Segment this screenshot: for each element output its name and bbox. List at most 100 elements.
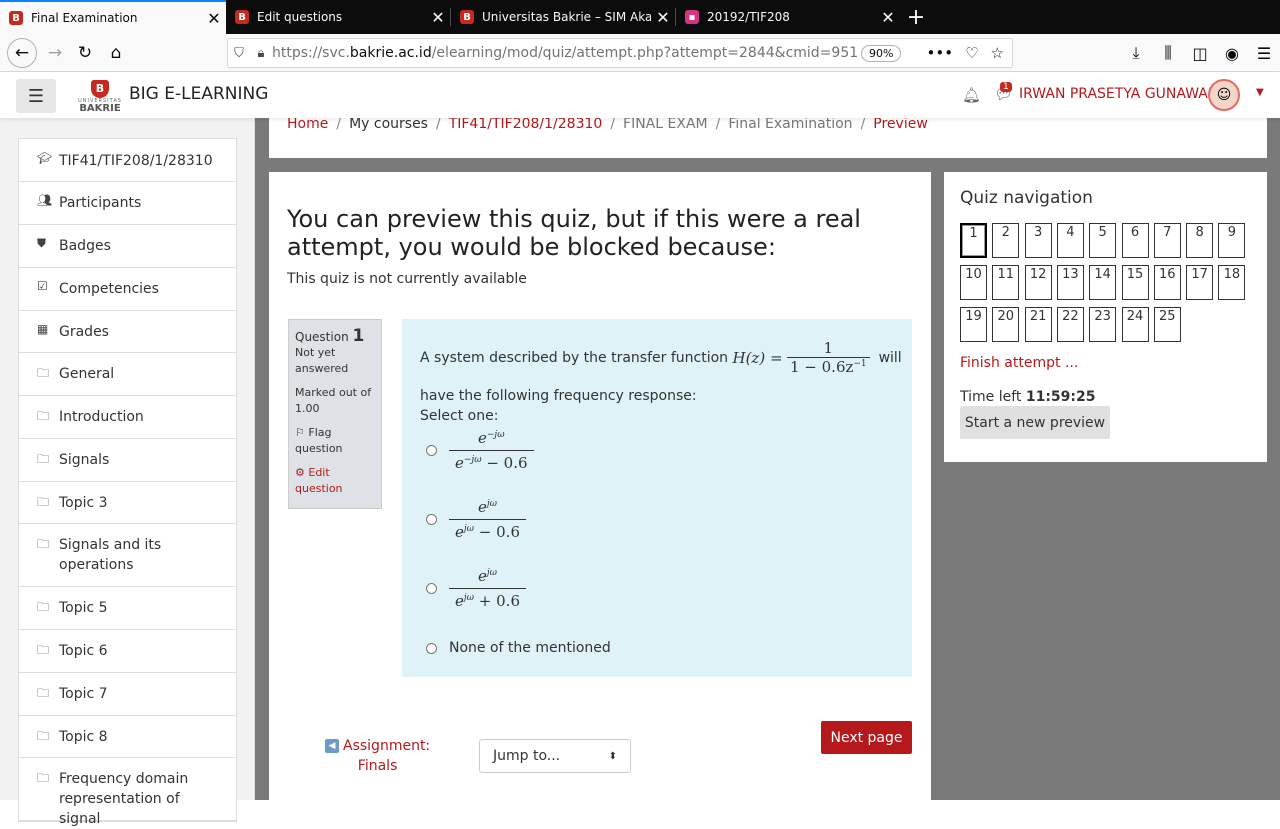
drawer-item-frequency-domain[interactable]: 🗀 Frequency domain representation of sig…	[19, 758, 236, 827]
sidebar-toggle-icon[interactable]: ◫	[1184, 44, 1216, 63]
start-new-preview-button[interactable]: Start a new preview	[960, 406, 1110, 439]
user-menu-caret-icon[interactable]: ▼	[1256, 87, 1264, 98]
breadcrumb-my-courses[interactable]: My courses	[349, 116, 428, 132]
question-nav-button[interactable]: 9	[1218, 223, 1246, 258]
question-nav-button[interactable]: 8	[1186, 223, 1214, 258]
drawer-item-grades[interactable]: ▦ Grades	[19, 311, 236, 353]
radio-button[interactable]	[426, 583, 437, 594]
drawer-item-label: Badges	[59, 238, 111, 254]
radio-button[interactable]	[426, 642, 437, 654]
question-nav-button[interactable]: 19	[960, 307, 987, 342]
reload-button[interactable]: ↻	[70, 38, 100, 68]
page-actions-icon[interactable]: •••	[927, 44, 954, 62]
next-page-button[interactable]: Next page	[821, 721, 912, 754]
tab-course-tif208[interactable]: ▪ 20192/TIF208 ✕	[676, 0, 900, 34]
avatar[interactable]: ☺	[1208, 79, 1240, 111]
pocket-icon[interactable]: ♡	[965, 44, 978, 62]
drawer-item-introduction[interactable]: 🗀 Introduction	[19, 396, 236, 439]
drawer-item-general[interactable]: 🗀 General	[19, 353, 236, 396]
previous-activity-link[interactable]: ◀ Assignment: Finals	[325, 736, 430, 776]
question-nav-button[interactable]: 25	[1153, 307, 1181, 342]
radio-button[interactable]	[426, 514, 437, 525]
url-text[interactable]: https://svc.bakrie.ac.id/elearning/mod/q…	[272, 45, 857, 61]
question-number: Question 1	[295, 326, 365, 346]
question-nav-button[interactable]: 18	[1218, 265, 1246, 300]
browser-navigation-bar: ← → ↻ ⌂ ⛉ 🔒︎ https://svc.bakrie.ac.id/el…	[0, 34, 1280, 72]
question-nav-button[interactable]: 3	[1024, 223, 1052, 258]
site-name[interactable]: BIG E-LEARNING	[129, 84, 268, 104]
notifications-bell-icon[interactable]: 🔔︎	[962, 86, 981, 104]
breadcrumb-quiz[interactable]: Final Examination	[728, 116, 852, 132]
library-icon[interactable]: ⫼	[1152, 43, 1184, 63]
question-nav-button[interactable]: 23	[1089, 307, 1117, 342]
question-nav-button[interactable]: 13	[1056, 265, 1084, 300]
answer-option-b[interactable]: ejω ejω − 0.6	[426, 498, 526, 541]
new-tab-button[interactable]: +	[903, 0, 929, 34]
close-tab-icon[interactable]: ✕	[426, 8, 450, 27]
close-tab-icon[interactable]: ✕	[651, 8, 675, 27]
drawer-item-course[interactable]: 🎓︎ TIF41/TIF208/1/28310	[19, 139, 236, 182]
drawer-item-signals[interactable]: 🗀 Signals	[19, 439, 236, 482]
question-nav-button[interactable]: 12	[1024, 265, 1052, 300]
drawer-item-signals-operations[interactable]: 🗀 Signals and its operations	[19, 524, 236, 587]
question-nav-button[interactable]: 21	[1024, 307, 1052, 342]
breadcrumb-separator: /	[610, 116, 616, 132]
user-name[interactable]: IRWAN PRASETYA GUNAWAN	[1019, 86, 1218, 102]
breadcrumb-course[interactable]: TIF41/TIF208/1/28310	[449, 116, 603, 132]
drawer-item-topic-3[interactable]: 🗀 Topic 3	[19, 482, 236, 524]
radio-button[interactable]	[426, 445, 437, 456]
home-button[interactable]: ⌂	[101, 38, 131, 68]
question-nav-button[interactable]: 4	[1056, 223, 1084, 258]
drawer-item-badges[interactable]: ⛊ Badges	[19, 225, 236, 268]
close-tab-icon[interactable]: ✕	[876, 8, 900, 27]
question-nav-button[interactable]: 24	[1121, 307, 1149, 342]
drawer-item-topic-7[interactable]: 🗀 Topic 7	[19, 673, 236, 716]
close-tab-icon[interactable]: ✕	[202, 9, 226, 28]
drawer-item-participants[interactable]: 👥︎ Participants	[19, 182, 236, 225]
drawer-toggle-button[interactable]: ☰	[16, 79, 56, 113]
back-button[interactable]: ←	[7, 38, 37, 68]
drawer-item-label: Topic 6	[59, 643, 108, 659]
menu-icon[interactable]: ☰	[1248, 44, 1280, 63]
forward-button[interactable]: →	[40, 38, 70, 68]
downloads-icon[interactable]: ⤓	[1120, 43, 1152, 63]
zoom-level-badge[interactable]: 90%	[861, 44, 902, 62]
tab-sim-akademik[interactable]: B Universitas Bakrie – SIM Akade ✕	[451, 0, 675, 34]
question-nav-button[interactable]: 7	[1153, 223, 1181, 258]
drawer-item-topic-5[interactable]: 🗀 Topic 5	[19, 587, 236, 630]
question-nav-button[interactable]: 22	[1056, 307, 1084, 342]
breadcrumb-section[interactable]: FINAL EXAM	[623, 116, 708, 132]
question-nav-button[interactable]: 1	[960, 223, 987, 258]
drawer-item-topic-6[interactable]: 🗀 Topic 6	[19, 630, 236, 673]
finish-attempt-link[interactable]: Finish attempt ...	[960, 355, 1078, 371]
address-bar[interactable]: ⛉ 🔒︎ https://svc.bakrie.ac.id/elearning/…	[227, 38, 1013, 68]
question-nav-button[interactable]: 17	[1186, 265, 1214, 300]
account-icon[interactable]: ◉	[1216, 44, 1248, 63]
question-nav-button[interactable]: 14	[1089, 265, 1117, 300]
answer-option-none[interactable]: None of the mentioned	[426, 640, 611, 656]
question-nav-button[interactable]: 11	[992, 265, 1020, 300]
tracking-shield-icon[interactable]: ⛉	[228, 46, 250, 61]
tab-final-examination[interactable]: B Final Examination ✕	[0, 0, 226, 34]
question-nav-button[interactable]: 16	[1153, 265, 1181, 300]
edit-question-link[interactable]: ⚙ Edit question	[295, 465, 375, 497]
drawer-item-topic-8[interactable]: 🗀 Topic 8	[19, 716, 236, 758]
drawer-item-competencies[interactable]: ☑ Competencies	[19, 268, 236, 311]
question-nav-button[interactable]: 20	[992, 307, 1020, 342]
bookmark-star-icon[interactable]: ☆	[991, 44, 1004, 62]
question-nav-button[interactable]: 5	[1089, 223, 1117, 258]
question-nav-button[interactable]: 15	[1121, 265, 1149, 300]
answer-option-a[interactable]: e−jω e−jω − 0.6	[426, 429, 534, 472]
transfer-function-fraction: 1 1 − 0.6z−1	[786, 339, 870, 376]
question-nav-button[interactable]: 10	[960, 265, 987, 300]
breadcrumb-home[interactable]: Home	[287, 116, 328, 132]
answer-option-c[interactable]: ejω ejω + 0.6	[426, 567, 526, 610]
question-nav-button[interactable]: 6	[1121, 223, 1149, 258]
tab-edit-questions[interactable]: B Edit questions ✕	[226, 0, 450, 34]
flag-question-toggle[interactable]: ⚐ Flag question	[295, 425, 375, 457]
lock-icon[interactable]: 🔒︎	[250, 46, 272, 61]
question-nav-button[interactable]: 2	[992, 223, 1020, 258]
jump-to-select[interactable]: Jump to... ⬍	[479, 739, 631, 773]
breadcrumb-preview[interactable]: Preview	[873, 116, 928, 132]
site-logo[interactable]: B UNIVERSITAS BAKRIE	[76, 80, 124, 114]
